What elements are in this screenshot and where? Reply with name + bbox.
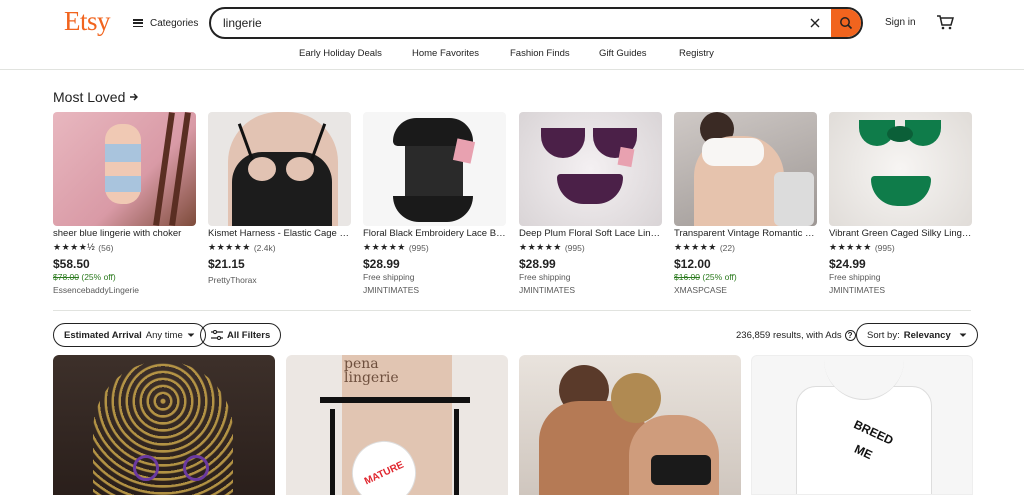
original-price: $78.00 bbox=[53, 272, 79, 282]
shop-name[interactable]: XMASPCASE bbox=[674, 285, 817, 296]
stars-icon: ★★★★★ bbox=[519, 242, 562, 252]
product-image[interactable] bbox=[208, 112, 351, 226]
product-sale: $78.00 (25% off) bbox=[53, 272, 196, 283]
nav-early-holiday-deals[interactable]: Early Holiday Deals bbox=[299, 48, 382, 59]
product-rating: ★★★★★ (2.4k) bbox=[208, 242, 351, 253]
product-price: $24.99 bbox=[829, 257, 866, 271]
categories-label: Categories bbox=[150, 17, 199, 29]
search-icon bbox=[840, 17, 853, 30]
product-rating: ★★★★★ (995) bbox=[829, 242, 972, 253]
product-card[interactable]: Deep Plum Floral Soft Lace Lingerie Set … bbox=[519, 112, 662, 296]
etsy-logo[interactable]: Etsy bbox=[64, 6, 111, 37]
listing-overlay-text: pena lingerie bbox=[344, 356, 399, 386]
review-count: (22) bbox=[719, 242, 735, 253]
results-count: 236,859 results, with Ads ? bbox=[736, 330, 856, 341]
categories-button[interactable]: Categories bbox=[133, 14, 198, 32]
free-shipping: Free shipping bbox=[829, 272, 881, 282]
product-title[interactable]: sheer blue lingerie with choker bbox=[53, 228, 196, 240]
product-title[interactable]: Floral Black Embroidery Lace Bodysuit bbox=[363, 228, 506, 240]
product-sale: $16.00 (25% off) bbox=[674, 272, 817, 283]
product-title[interactable]: Vibrant Green Caged Silky Lingerie bbox=[829, 228, 972, 240]
chevron-down-icon bbox=[959, 333, 966, 337]
hamburger-icon bbox=[133, 19, 143, 28]
product-image[interactable] bbox=[363, 112, 506, 226]
review-count: (2.4k) bbox=[253, 242, 276, 253]
nav-home-favorites[interactable]: Home Favorites bbox=[412, 48, 479, 59]
stars-icon: ★★★★★ bbox=[674, 242, 717, 252]
sort-value: Relevancy bbox=[903, 329, 951, 341]
close-icon[interactable] bbox=[809, 17, 821, 29]
sort-label: Sort by: bbox=[867, 329, 900, 341]
product-price: $28.99 bbox=[363, 257, 400, 271]
estimated-arrival-value: Any time bbox=[145, 329, 183, 341]
site-header: Etsy Categories Sign in Early Holiday De… bbox=[0, 0, 1024, 70]
most-loved-heading[interactable]: Most Loved bbox=[53, 89, 139, 105]
product-image[interactable] bbox=[829, 112, 972, 226]
cart-icon[interactable] bbox=[936, 14, 954, 30]
shop-name[interactable]: JMINTIMATES bbox=[829, 285, 972, 296]
results-text: 236,859 results, with Ads bbox=[736, 330, 842, 341]
product-rating: ★★★★★ (995) bbox=[519, 242, 662, 253]
nav-fashion-finds[interactable]: Fashion Finds bbox=[510, 48, 570, 59]
stars-icon: ★★★★★ bbox=[829, 242, 872, 252]
free-shipping: Free shipping bbox=[519, 272, 571, 282]
original-price: $16.00 bbox=[674, 272, 700, 282]
product-price: $21.15 bbox=[208, 257, 245, 271]
product-rating: ★★★★★ (995) bbox=[363, 242, 506, 253]
product-card[interactable]: Vibrant Green Caged Silky Lingerie ★★★★★… bbox=[829, 112, 972, 296]
discount: (25% off) bbox=[81, 272, 116, 282]
most-loved-title: Most Loved bbox=[53, 89, 126, 105]
chevron-down-icon bbox=[187, 333, 194, 337]
product-price: $12.00 bbox=[674, 257, 711, 271]
all-filters-button[interactable]: All Filters bbox=[200, 323, 282, 347]
listing-image[interactable]: pena lingerie MATURE bbox=[286, 355, 508, 495]
filter-icon bbox=[211, 330, 223, 340]
listing-image[interactable] bbox=[519, 355, 741, 495]
stars-icon: ★★★★★ bbox=[363, 242, 406, 252]
sort-dropdown[interactable]: Sort by: Relevancy bbox=[856, 323, 978, 347]
product-price: $28.99 bbox=[519, 257, 556, 271]
main-nav: Early Holiday Deals Home Favorites Fashi… bbox=[0, 48, 1024, 62]
estimated-arrival-filter[interactable]: Estimated Arrival Any time bbox=[53, 323, 206, 347]
search-button[interactable] bbox=[831, 9, 861, 37]
discount: (25% off) bbox=[702, 272, 737, 282]
product-price: $58.50 bbox=[53, 257, 90, 271]
stars-icon: ★★★★★ bbox=[208, 242, 251, 252]
nav-registry[interactable]: Registry bbox=[679, 48, 714, 59]
product-title[interactable]: Kismet Harness - Elastic Cage Bra bbox=[208, 228, 351, 240]
review-count: (995) bbox=[408, 242, 429, 253]
product-rating: ★★★★½ (56) bbox=[53, 242, 196, 253]
estimated-arrival-label: Estimated Arrival bbox=[64, 329, 142, 341]
all-filters-label: All Filters bbox=[227, 329, 271, 341]
help-icon[interactable]: ? bbox=[844, 330, 856, 341]
product-image[interactable] bbox=[53, 112, 196, 226]
free-shipping: Free shipping bbox=[363, 272, 415, 282]
review-count: (995) bbox=[874, 242, 895, 253]
product-rating: ★★★★★ (22) bbox=[674, 242, 817, 253]
product-image[interactable] bbox=[519, 112, 662, 226]
search-bar bbox=[209, 7, 863, 39]
product-card[interactable]: sheer blue lingerie with choker ★★★★½ (5… bbox=[53, 112, 196, 296]
review-count: (995) bbox=[564, 242, 585, 253]
product-card[interactable]: Transparent Vintage Romantic Set ★★★★★ (… bbox=[674, 112, 817, 296]
search-input[interactable] bbox=[223, 14, 783, 32]
shop-name[interactable]: PrettyThorax bbox=[208, 275, 351, 286]
stars-icon: ★★★★½ bbox=[53, 242, 96, 252]
product-title[interactable]: Deep Plum Floral Soft Lace Lingerie Set bbox=[519, 228, 662, 240]
section-divider bbox=[53, 310, 971, 311]
review-count: (56) bbox=[98, 242, 114, 253]
product-card[interactable]: Kismet Harness - Elastic Cage Bra ★★★★★ … bbox=[208, 112, 351, 286]
shop-name[interactable]: JMINTIMATES bbox=[363, 285, 506, 296]
listing-image[interactable] bbox=[53, 355, 275, 495]
product-image[interactable] bbox=[674, 112, 817, 226]
nav-gift-guides[interactable]: Gift Guides bbox=[599, 48, 647, 59]
arrow-right-icon bbox=[130, 93, 139, 101]
shop-name[interactable]: EssencebaddyLingerie bbox=[53, 285, 196, 296]
listing-image[interactable]: BREED ME bbox=[751, 355, 973, 495]
product-card[interactable]: Floral Black Embroidery Lace Bodysuit ★★… bbox=[363, 112, 506, 296]
shop-name[interactable]: JMINTIMATES bbox=[519, 285, 662, 296]
sign-in-link[interactable]: Sign in bbox=[885, 17, 916, 28]
product-title[interactable]: Transparent Vintage Romantic Set bbox=[674, 228, 817, 240]
